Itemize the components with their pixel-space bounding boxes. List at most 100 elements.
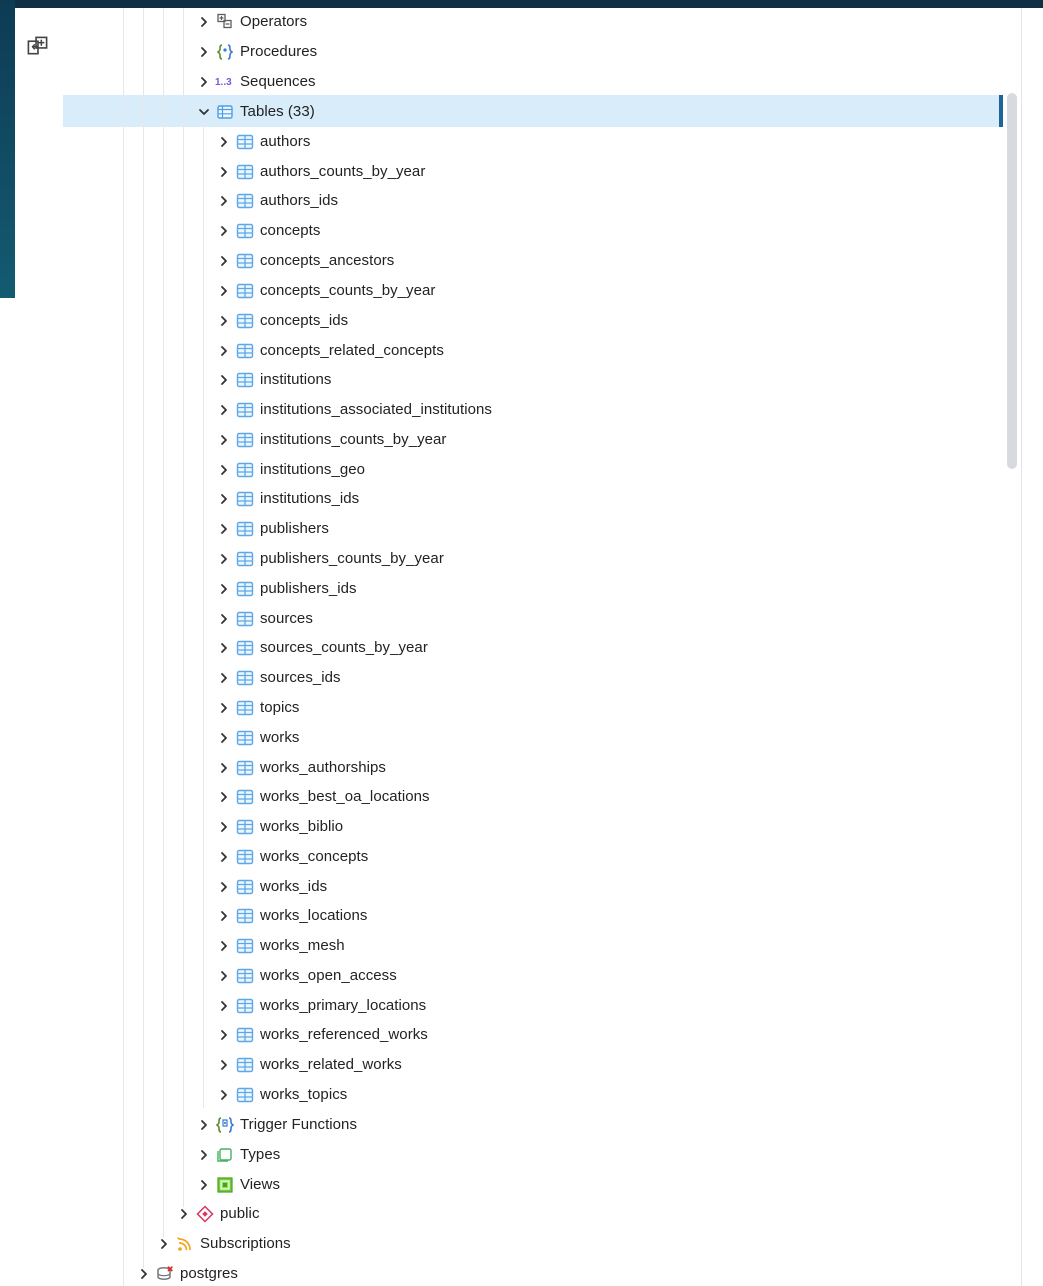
table-icon — [236, 134, 254, 150]
tree-item-table[interactable]: works_open_access — [217, 964, 397, 988]
tree-item-table[interactable]: works_ids — [217, 875, 327, 899]
chevron-right-icon[interactable] — [177, 1207, 191, 1221]
chevron-right-icon[interactable] — [217, 463, 231, 477]
chevron-right-icon[interactable] — [137, 1267, 151, 1281]
chevron-right-icon[interactable] — [197, 15, 211, 29]
tree-item-table[interactable]: concepts_ancestors — [217, 249, 394, 273]
chevron-right-icon[interactable] — [197, 75, 211, 89]
tree-item-table[interactable]: works_authorships — [217, 756, 386, 780]
tree-item-table[interactable]: authors_ids — [217, 189, 338, 213]
tree-item-schema[interactable]: public — [177, 1202, 260, 1226]
tree-item-table[interactable]: works_locations — [217, 904, 367, 928]
chevron-right-icon[interactable] — [217, 552, 231, 566]
tree-item-table[interactable]: institutions — [217, 368, 331, 392]
chevron-right-icon[interactable] — [197, 1178, 211, 1192]
tree-item-procedures[interactable]: Procedures — [197, 40, 317, 64]
tree-item-table[interactable]: works_primary_locations — [217, 994, 426, 1018]
chevron-right-icon[interactable] — [217, 373, 231, 387]
tree-item-table[interactable]: sources_counts_by_year — [217, 636, 428, 660]
tree-item-database[interactable]: postgres — [137, 1262, 238, 1286]
chevron-right-icon[interactable] — [197, 1118, 211, 1132]
tree-item-table[interactable]: institutions_geo — [217, 458, 365, 482]
chevron-right-icon[interactable] — [217, 612, 231, 626]
tree-item-table[interactable]: institutions_counts_by_year — [217, 428, 446, 452]
chevron-right-icon[interactable] — [217, 641, 231, 655]
tree-item-label: Subscriptions — [200, 1235, 291, 1252]
chevron-right-icon[interactable] — [217, 433, 231, 447]
chevron-right-icon[interactable] — [217, 880, 231, 894]
tree-item-table[interactable]: works_mesh — [217, 934, 345, 958]
table-icon — [236, 730, 254, 746]
table-icon — [236, 1057, 254, 1073]
tree-item-sequences[interactable]: 1..3 Sequences — [197, 70, 316, 94]
tree-item-table[interactable]: works_referenced_works — [217, 1023, 428, 1047]
tree-item-tables[interactable]: Tables (33) — [197, 100, 315, 124]
chevron-right-icon[interactable] — [217, 909, 231, 923]
chevron-right-icon[interactable] — [217, 790, 231, 804]
tree-item-table[interactable]: works_best_oa_locations — [217, 785, 430, 809]
operators-icon — [217, 13, 232, 29]
tree-item-table[interactable]: institutions_ids — [217, 487, 359, 511]
tree-item-operators[interactable]: Operators — [197, 10, 307, 34]
tree-item-table[interactable]: works_topics — [217, 1083, 347, 1107]
chevron-right-icon[interactable] — [217, 194, 231, 208]
tree-item-table[interactable]: sources — [217, 607, 313, 631]
chevron-right-icon[interactable] — [217, 731, 231, 745]
tree-item-table[interactable]: concepts — [217, 219, 320, 243]
chevron-right-icon[interactable] — [217, 284, 231, 298]
tree-item-types[interactable]: Types — [197, 1143, 280, 1167]
chevron-right-icon[interactable] — [217, 999, 231, 1013]
chevron-right-icon[interactable] — [217, 582, 231, 596]
tree-item-table[interactable]: concepts_related_concepts — [217, 339, 444, 363]
vertical-scrollbar-thumb[interactable] — [1007, 93, 1017, 469]
chevron-right-icon[interactable] — [157, 1237, 171, 1251]
chevron-right-icon[interactable] — [217, 254, 231, 268]
tree-item-table[interactable]: works_concepts — [217, 845, 368, 869]
chevron-right-icon[interactable] — [197, 45, 211, 59]
tree-item-views[interactable]: Views — [197, 1173, 280, 1197]
tree-item-table[interactable]: publishers_ids — [217, 577, 357, 601]
chevron-right-icon[interactable] — [217, 224, 231, 238]
chevron-right-icon[interactable] — [217, 165, 231, 179]
chevron-right-icon[interactable] — [217, 671, 231, 685]
chevron-right-icon[interactable] — [217, 820, 231, 834]
chevron-right-icon[interactable] — [217, 522, 231, 536]
chevron-right-icon[interactable] — [217, 1058, 231, 1072]
table-label: publishers_ids — [260, 580, 357, 597]
chevron-right-icon[interactable] — [217, 492, 231, 506]
tree-item-table[interactable]: works_related_works — [217, 1053, 402, 1077]
chevron-right-icon[interactable] — [217, 761, 231, 775]
chevron-right-icon[interactable] — [217, 701, 231, 715]
chevron-right-icon[interactable] — [217, 1028, 231, 1042]
table-icon — [236, 253, 254, 269]
tree-item-subscriptions[interactable]: Subscriptions — [157, 1232, 291, 1256]
tree-item-table[interactable]: authors_counts_by_year — [217, 160, 425, 184]
tree-item-table[interactable]: authors — [217, 130, 310, 154]
tree-item-table[interactable]: concepts_counts_by_year — [217, 279, 435, 303]
table-label: works_ids — [260, 878, 328, 895]
tree-item-table[interactable]: institutions_associated_institutions — [217, 398, 492, 422]
table-icon — [236, 849, 254, 865]
chevron-right-icon[interactable] — [217, 403, 231, 417]
chevron-right-icon[interactable] — [217, 1088, 231, 1102]
tree-item-table[interactable]: works_biblio — [217, 815, 343, 839]
tree-item-table[interactable]: publishers — [217, 517, 329, 541]
chevron-right-icon[interactable] — [217, 135, 231, 149]
table-label: authors — [260, 133, 311, 150]
collapse-panel-icon[interactable] — [26, 35, 49, 58]
chevron-down-icon[interactable] — [197, 105, 211, 119]
table-icon — [236, 164, 254, 180]
tree-item-trigger-functions[interactable]: Trigger Functions — [197, 1113, 357, 1137]
chevron-right-icon[interactable] — [217, 969, 231, 983]
tree-item-table[interactable]: publishers_counts_by_year — [217, 547, 444, 571]
table-label: sources_counts_by_year — [260, 639, 428, 656]
tree-item-table[interactable]: sources_ids — [217, 666, 341, 690]
tree-item-table[interactable]: concepts_ids — [217, 309, 348, 333]
chevron-right-icon[interactable] — [217, 939, 231, 953]
tree-item-table[interactable]: works — [217, 726, 299, 750]
tree-item-table[interactable]: topics — [217, 696, 300, 720]
chevron-right-icon[interactable] — [217, 344, 231, 358]
chevron-right-icon[interactable] — [217, 314, 231, 328]
chevron-right-icon[interactable] — [197, 1148, 211, 1162]
chevron-right-icon[interactable] — [217, 850, 231, 864]
